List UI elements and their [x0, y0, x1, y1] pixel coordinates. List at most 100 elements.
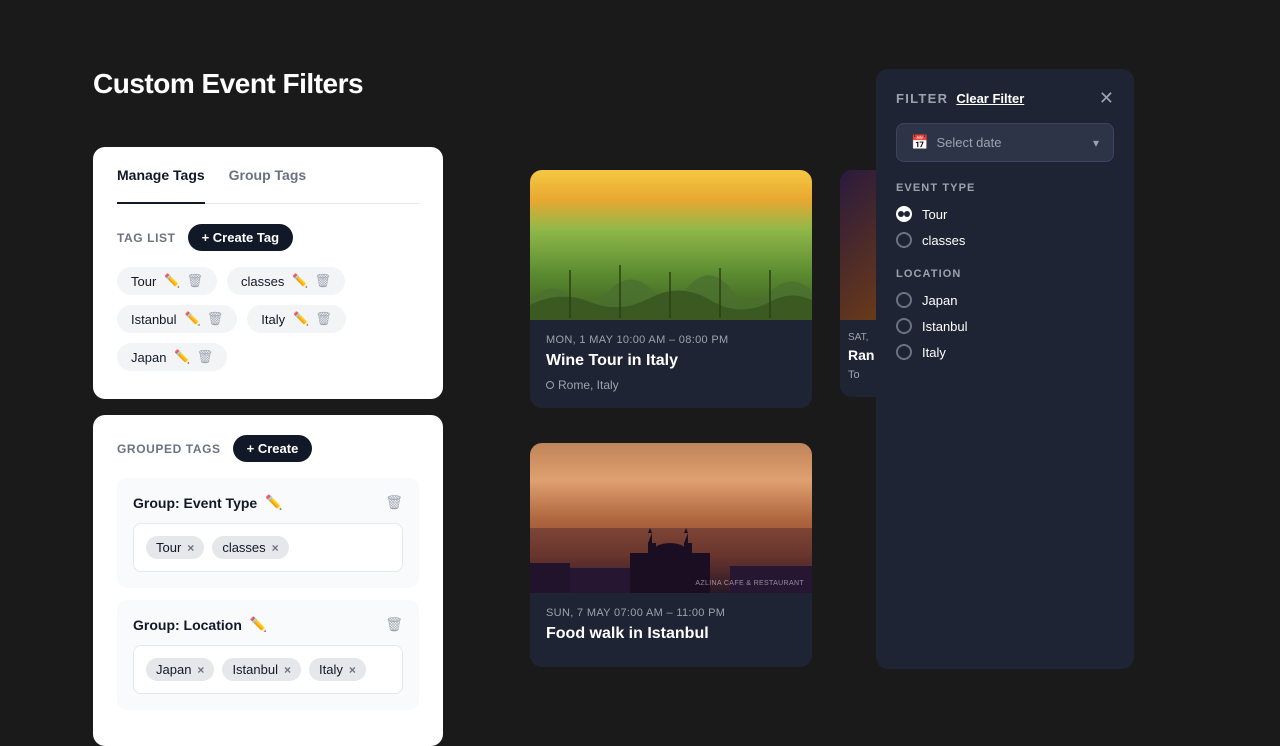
- tag-name: Japan: [131, 350, 166, 365]
- left-panel: Manage Tags Group Tags TAG LIST + Create…: [93, 147, 443, 746]
- radio-japan[interactable]: [896, 292, 912, 308]
- radio-label-classes: classes: [922, 233, 965, 248]
- radio-option-japan[interactable]: Japan: [896, 292, 1114, 308]
- close-button[interactable]: ✕: [1099, 89, 1114, 107]
- tabs-row: Manage Tags Group Tags: [117, 167, 419, 204]
- filter-title: FILTER: [896, 91, 948, 106]
- radio-option-tour[interactable]: Tour: [896, 206, 1114, 222]
- radio-option-istanbul[interactable]: Istanbul: [896, 318, 1114, 334]
- partial-name: Ran: [848, 347, 868, 363]
- group-event-type: Group: Event Type ✏️ 🗑 Tour × classes ×: [117, 478, 419, 588]
- event-meta: MON, 1 MAY 10:00 AM – 08:00 PM: [546, 334, 796, 346]
- delete-icon[interactable]: 🗑: [385, 616, 403, 633]
- location-text: Rome, Italy: [558, 378, 619, 392]
- event-info: SUN, 7 MAY 07:00 AM – 11:00 PM Food walk…: [530, 593, 812, 667]
- location-section: LOCATION Japan Istanbul Italy: [896, 268, 1114, 360]
- event-location: Rome, Italy: [546, 378, 796, 392]
- tag-list-header: TAG LIST + Create Tag: [117, 224, 419, 251]
- tag-name: Istanbul: [131, 312, 177, 327]
- list-item: Istanbul ✏️ 🗑: [117, 305, 237, 333]
- delete-icon[interactable]: 🗑: [315, 311, 332, 327]
- event-info: MON, 1 MAY 10:00 AM – 08:00 PM Wine Tour…: [530, 320, 812, 408]
- partial-location: To: [848, 369, 868, 381]
- event-card-partial: SAT, Ran To: [840, 170, 876, 397]
- tag-actions: ✏️ 🗑: [164, 273, 203, 289]
- group-title: Group: Location: [133, 617, 242, 633]
- group-tag-name: Istanbul: [232, 662, 278, 677]
- location-icon: [546, 381, 554, 389]
- event-name: Food walk in Istanbul: [546, 625, 796, 643]
- list-item: Istanbul ×: [222, 658, 301, 681]
- partial-image: [840, 170, 876, 320]
- grouped-tags-label: GROUPED TAGS: [117, 442, 221, 456]
- edit-icon[interactable]: ✏️: [174, 349, 190, 365]
- group-title: Group: Event Type: [133, 495, 257, 511]
- remove-tag-icon[interactable]: ×: [197, 663, 204, 677]
- list-item: Japan ✏️ 🗑: [117, 343, 227, 371]
- date-select-text: Select date: [936, 135, 1001, 150]
- edit-icon[interactable]: ✏️: [185, 311, 201, 327]
- tag-actions: ✏️ 🗑: [293, 311, 332, 327]
- calendar-icon: 📅: [911, 134, 928, 151]
- tag-actions: ✏️ 🗑: [174, 349, 213, 365]
- event-name: Wine Tour in Italy: [546, 352, 796, 370]
- filter-header: FILTER Clear Filter ✕: [896, 89, 1114, 107]
- delete-icon[interactable]: 🗑: [385, 494, 403, 511]
- tag-name: classes: [241, 274, 284, 289]
- event-card-wine-tour[interactable]: MON, 1 MAY 10:00 AM – 08:00 PM Wine Tour…: [530, 170, 812, 408]
- manage-tags-card: Manage Tags Group Tags TAG LIST + Create…: [93, 147, 443, 399]
- radio-istanbul[interactable]: [896, 318, 912, 334]
- edit-icon[interactable]: ✏️: [293, 311, 309, 327]
- edit-icon[interactable]: ✏️: [292, 273, 308, 289]
- radio-label-japan: Japan: [922, 293, 957, 308]
- group-card-header: Group: Event Type ✏️ 🗑: [133, 494, 403, 511]
- delete-icon[interactable]: 🗑: [186, 273, 203, 289]
- tab-group-tags[interactable]: Group Tags: [229, 167, 307, 191]
- radio-tour[interactable]: [896, 206, 912, 222]
- filter-title-row: FILTER Clear Filter: [896, 91, 1024, 106]
- radio-classes[interactable]: [896, 232, 912, 248]
- tag-list-label: TAG LIST: [117, 231, 176, 245]
- radio-label-istanbul: Istanbul: [922, 319, 968, 334]
- create-tag-button[interactable]: + Create Tag: [188, 224, 293, 251]
- tab-manage-tags[interactable]: Manage Tags: [117, 167, 205, 204]
- remove-tag-icon[interactable]: ×: [272, 541, 279, 555]
- list-item: Tour ×: [146, 536, 204, 559]
- group-tag-name: classes: [222, 540, 265, 555]
- image-caption: AZLINA CAFE & RESTAURANT: [695, 580, 804, 587]
- group-tags-list: Tour × classes ×: [133, 523, 403, 572]
- delete-icon[interactable]: 🗑: [207, 311, 224, 327]
- group-title-row: Group: Location ✏️: [133, 616, 267, 633]
- event-meta: SUN, 7 MAY 07:00 AM – 11:00 PM: [546, 607, 796, 619]
- remove-tag-icon[interactable]: ×: [349, 663, 356, 677]
- event-type-label: EVENT TYPE: [896, 182, 1114, 194]
- tag-name: Tour: [131, 274, 156, 289]
- tag-actions: ✏️ 🗑: [185, 311, 224, 327]
- event-card-food-walk[interactable]: AZLINA CAFE & RESTAURANT SUN, 7 MAY 07:0…: [530, 443, 812, 667]
- date-select[interactable]: 📅 Select date ▾: [896, 123, 1114, 162]
- chevron-down-icon: ▾: [1093, 136, 1099, 150]
- list-item: Japan ×: [146, 658, 214, 681]
- partial-info: SAT, Ran To: [840, 320, 876, 397]
- remove-tag-icon[interactable]: ×: [284, 663, 291, 677]
- list-item: classes ✏️ 🗑: [227, 267, 345, 295]
- group-title-row: Group: Event Type ✏️: [133, 494, 283, 511]
- delete-icon[interactable]: 🗑: [315, 273, 332, 289]
- edit-icon[interactable]: ✏️: [164, 273, 180, 289]
- event-image: AZLINA CAFE & RESTAURANT: [530, 443, 812, 593]
- radio-option-classes[interactable]: classes: [896, 232, 1114, 248]
- remove-tag-icon[interactable]: ×: [187, 541, 194, 555]
- delete-icon[interactable]: 🗑: [197, 349, 214, 365]
- create-group-button[interactable]: + Create: [233, 435, 313, 462]
- edit-icon[interactable]: ✏️: [265, 494, 282, 511]
- group-tags-list: Japan × Istanbul × Italy ×: [133, 645, 403, 694]
- event-image: [530, 170, 812, 320]
- group-tag-name: Japan: [156, 662, 191, 677]
- partial-meta: SAT,: [848, 332, 868, 343]
- clear-filter-button[interactable]: Clear Filter: [956, 91, 1024, 106]
- radio-option-italy[interactable]: Italy: [896, 344, 1114, 360]
- tag-actions: ✏️ 🗑: [292, 273, 331, 289]
- edit-icon[interactable]: ✏️: [250, 616, 267, 633]
- radio-italy[interactable]: [896, 344, 912, 360]
- radio-label-tour: Tour: [922, 207, 947, 222]
